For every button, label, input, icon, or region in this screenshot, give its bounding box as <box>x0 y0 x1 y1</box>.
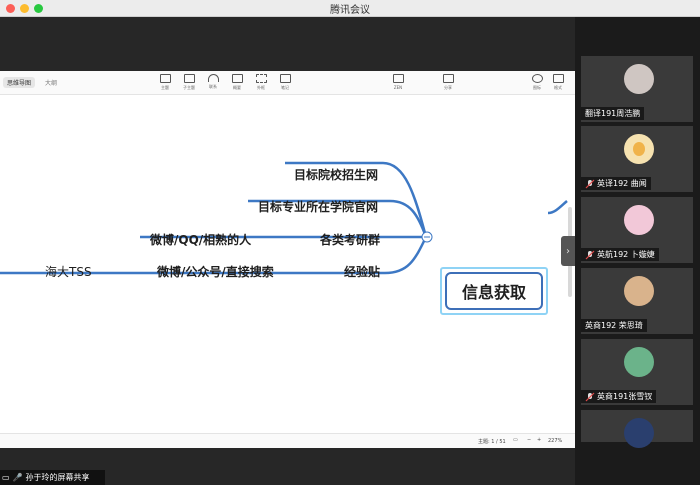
mic-muted-icon <box>585 179 595 189</box>
participant-tile[interactable]: 英商191张雪钗 <box>581 339 693 405</box>
tab-outline[interactable]: 大纲 <box>45 78 57 87</box>
tool-relation[interactable]: 联系 <box>201 74 225 90</box>
zoom-level[interactable]: 227% <box>548 438 562 444</box>
zoom-out-icon[interactable]: − <box>527 437 531 443</box>
participant-avatar <box>624 205 654 235</box>
participant-tile[interactable]: 英航192 卜嫙婕 <box>581 197 693 263</box>
share-icon <box>442 74 454 83</box>
mic-muted-icon <box>585 392 595 402</box>
subtopic-experience[interactable]: 微博/公众号/直接搜索 <box>157 263 274 280</box>
emoji-icon <box>531 74 543 83</box>
brush-icon <box>552 74 564 83</box>
participant-name: 英商192 荣思琦 <box>581 319 647 332</box>
relation-icon <box>207 74 219 82</box>
tab-mindmap[interactable]: 思维导图 <box>3 77 36 88</box>
tool-subtopic[interactable]: 子主题 <box>177 74 201 91</box>
root-topic-label: 信息获取 <box>445 272 543 310</box>
mic-icon: 🎤 <box>12 473 23 482</box>
screen-share-indicator[interactable]: ▭ 🎤 孙于玲的屏幕共享 <box>0 470 105 485</box>
tool-note[interactable]: 笔记 <box>273 74 297 91</box>
branch-college[interactable]: 目标专业所在学院官网 <box>258 198 378 215</box>
root-topic[interactable]: 信息获取 <box>440 267 548 315</box>
connector-right <box>547 200 568 215</box>
participant-tile[interactable]: 英译192 曲闻 <box>581 126 693 192</box>
branch-groups[interactable]: 各类考研群 <box>320 231 380 248</box>
participant-avatar <box>624 134 654 164</box>
zen-icon <box>392 74 404 83</box>
window-titlebar: 腾讯会议 <box>0 0 700 17</box>
mic-muted-icon <box>585 250 595 260</box>
shared-screen-area: 思维导图 大纲 主题 子主题 联系 概要 外框 笔记 ZEN 分享 图标 格式 <box>0 17 575 485</box>
status-bar: 主题: 1 / 51 ▭ − + 227% <box>0 433 575 448</box>
fit-icon[interactable]: ▭ <box>513 437 518 443</box>
branch-school[interactable]: 目标院校招生网 <box>294 166 378 183</box>
participant-avatar <box>624 418 654 448</box>
mindmap-toolbar: 思维导图 大纲 主题 子主题 联系 概要 外框 笔记 ZEN 分享 图标 格式 <box>0 71 575 95</box>
branch-experience[interactable]: 经验贴 <box>344 263 380 280</box>
tool-topic[interactable]: 主题 <box>153 74 177 91</box>
participant-tile[interactable]: 英商192 荣思琦 <box>581 268 693 334</box>
participant-name: 英航192 卜嫙婕 <box>581 248 659 261</box>
participant-tile[interactable]: 翻译191周浩鹏 <box>581 56 693 122</box>
participant-tile[interactable] <box>581 410 693 448</box>
participant-avatar <box>624 347 654 377</box>
tool-format[interactable]: 格式 <box>546 74 570 91</box>
mindmap-app: 思维导图 大纲 主题 子主题 联系 概要 外框 笔记 ZEN 分享 图标 格式 <box>0 71 575 448</box>
tool-summary[interactable]: 概要 <box>225 74 249 91</box>
participant-panel: 翻译191周浩鹏 英译192 曲闻 英航192 卜嫙婕 英商192 荣思琦 英商… <box>575 17 700 485</box>
mindmap-canvas[interactable]: 目标院校招生网 目标专业所在学院官网 各类考研群 经验贴 微博/QQ/相熟的人 … <box>0 95 575 432</box>
note-icon <box>279 74 291 83</box>
participant-avatar <box>624 64 654 94</box>
summary-icon <box>231 74 243 83</box>
participant-avatar <box>624 276 654 306</box>
tool-boundary[interactable]: 外框 <box>249 74 273 91</box>
window-title: 腾讯会议 <box>330 5 370 16</box>
topic-counter: 主题: 1 / 51 <box>478 439 506 445</box>
boundary-icon <box>255 74 267 83</box>
subtopic-tss[interactable]: 海大TSS <box>45 263 92 280</box>
zoom-in-icon[interactable]: + <box>537 437 541 443</box>
participant-name: 翻译191周浩鹏 <box>581 107 645 120</box>
subtopic-icon <box>183 74 195 83</box>
participant-name: 英译192 曲闻 <box>581 177 651 190</box>
topic-icon <box>159 74 171 83</box>
subtopic-groups[interactable]: 微博/QQ/相熟的人 <box>150 231 251 248</box>
participant-name: 英商191张雪钗 <box>581 390 657 403</box>
tool-share[interactable]: 分享 <box>436 74 460 91</box>
screen-share-label: 孙于玲的屏幕共享 <box>25 473 90 482</box>
screen-share-icon: ▭ <box>2 473 10 482</box>
collapse-sidebar-button[interactable]: › <box>561 236 575 266</box>
tool-zen[interactable]: ZEN <box>386 74 410 90</box>
chevron-right-icon: › <box>566 245 570 257</box>
